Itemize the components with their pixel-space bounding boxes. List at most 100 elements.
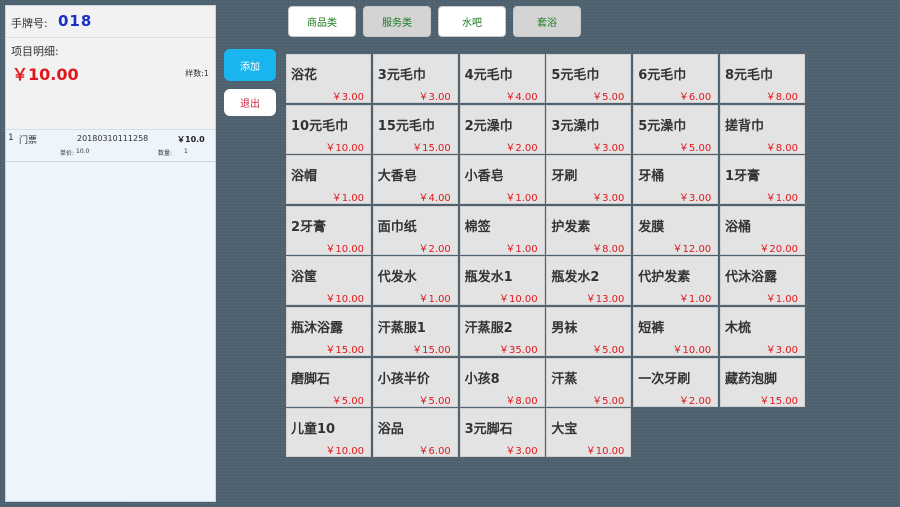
add-button[interactable]: 添加 bbox=[224, 49, 276, 81]
order-total: ￥10.00 bbox=[12, 65, 79, 84]
product-button[interactable]: 瓶发水1 ￥10.00 bbox=[459, 256, 545, 306]
product-price: ￥2.00 bbox=[418, 243, 451, 255]
product-button[interactable]: 牙桶 ￥3.00 bbox=[633, 155, 719, 205]
exit-button[interactable]: 退出 bbox=[224, 89, 276, 116]
product-button[interactable]: 代沐浴露 ￥1.00 bbox=[720, 256, 805, 306]
product-button[interactable]: 小孩8 ￥8.00 bbox=[459, 357, 545, 407]
tab-goods[interactable]: 商品类 bbox=[288, 6, 356, 37]
product-price: ￥20.00 bbox=[759, 243, 798, 255]
product-button[interactable]: 浴筐 ￥10.00 bbox=[286, 256, 371, 306]
order-line-item[interactable]: 1 门票 20180310111258 ￥10.0 单价: 10.0 数量: 1 bbox=[6, 129, 215, 162]
product-button[interactable]: 男袜 ￥5.00 bbox=[546, 307, 632, 356]
product-button[interactable]: 磨脚石 ￥5.00 bbox=[286, 357, 371, 407]
product-name: 浴桶 bbox=[725, 219, 752, 235]
product-button[interactable]: 儿童10 ￥10.00 bbox=[286, 408, 371, 458]
product-price: ￥1.00 bbox=[505, 193, 538, 205]
product-price: ￥4.00 bbox=[505, 92, 538, 103]
product-name: 搓背巾 bbox=[725, 118, 765, 134]
product-name: 6元毛巾 bbox=[638, 68, 687, 83]
product-button[interactable]: 2牙膏 ￥10.00 bbox=[286, 205, 371, 255]
product-button[interactable]: 3元毛巾 ￥3.00 bbox=[372, 54, 458, 103]
product-button[interactable]: 6元毛巾 ￥6.00 bbox=[633, 54, 719, 103]
product-price: ￥8.00 bbox=[592, 243, 625, 255]
product-button[interactable]: 短裤 ￥10.00 bbox=[633, 307, 719, 356]
product-name: 棉签 bbox=[464, 219, 491, 235]
product-name: 一次牙刷 bbox=[638, 371, 691, 387]
product-button[interactable]: 1牙膏 ￥1.00 bbox=[720, 155, 805, 205]
product-name: 小孩半价 bbox=[377, 371, 430, 387]
product-name: 4元毛巾 bbox=[464, 68, 513, 83]
product-name: 牙刷 bbox=[551, 169, 578, 185]
product-button[interactable]: 4元毛巾 ￥4.00 bbox=[459, 54, 545, 103]
product-button[interactable]: 3元澡巾 ￥3.00 bbox=[546, 104, 632, 154]
product-price: ￥10.00 bbox=[325, 243, 364, 255]
line-item-qty-label: 数量: bbox=[158, 150, 173, 157]
product-button[interactable]: 浴品 ￥6.00 bbox=[372, 408, 458, 458]
product-button[interactable]: 大香皂 ￥4.00 bbox=[372, 155, 458, 205]
product-button[interactable]: 10元毛巾 ￥10.00 bbox=[286, 104, 371, 154]
tab-water-bar[interactable]: 水吧 bbox=[438, 6, 506, 37]
product-button[interactable]: 面巾纸 ￥2.00 bbox=[372, 205, 458, 255]
product-button[interactable]: 代发水 ￥1.00 bbox=[372, 256, 458, 306]
product-button[interactable]: 瓶发水2 ￥13.00 bbox=[546, 256, 632, 306]
product-price: ￥8.00 bbox=[765, 142, 798, 154]
product-name: 浴筐 bbox=[291, 270, 318, 286]
product-button[interactable]: 浴桶 ￥20.00 bbox=[720, 205, 805, 255]
product-button[interactable]: 搓背巾 ￥8.00 bbox=[720, 104, 805, 154]
product-button[interactable]: 浴帽 ￥1.00 bbox=[286, 155, 371, 205]
line-item-price-label: 单价: bbox=[60, 150, 75, 157]
product-button[interactable]: 发膜 ￥12.00 bbox=[633, 205, 719, 255]
product-button[interactable]: 小孩半价 ￥5.00 bbox=[372, 357, 458, 407]
product-button[interactable]: 8元毛巾 ￥8.00 bbox=[720, 54, 805, 103]
product-name: 5元毛巾 bbox=[551, 68, 600, 83]
product-button[interactable]: 汗蒸服2 ￥35.00 bbox=[459, 307, 545, 356]
product-button[interactable]: 小香皂 ￥1.00 bbox=[459, 155, 545, 205]
product-name: 汗蒸服2 bbox=[464, 321, 513, 336]
product-button[interactable]: 5元澡巾 ￥5.00 bbox=[633, 104, 719, 154]
product-button[interactable]: 藏药泡脚 ￥15.00 bbox=[720, 357, 805, 407]
product-button[interactable]: 代护发素 ￥1.00 bbox=[633, 256, 719, 306]
tab-bath-package[interactable]: 套浴 bbox=[513, 6, 581, 37]
product-name: 3元毛巾 bbox=[377, 68, 426, 83]
product-name: 3元脚石 bbox=[464, 422, 513, 438]
product-button[interactable]: 棉签 ￥1.00 bbox=[459, 205, 545, 255]
product-price: ￥10.00 bbox=[325, 294, 364, 306]
product-button[interactable]: 汗蒸服1 ￥15.00 bbox=[372, 307, 458, 356]
product-button[interactable]: 15元毛巾 ￥15.00 bbox=[372, 104, 458, 154]
product-name: 大宝 bbox=[551, 422, 578, 438]
hand-number-row: 手牌号: 018 bbox=[11, 12, 91, 31]
product-price: ￥10.00 bbox=[585, 446, 625, 458]
product-button[interactable]: 汗蒸 ￥5.00 bbox=[546, 357, 632, 407]
product-button[interactable]: 护发素 ￥8.00 bbox=[546, 205, 632, 255]
product-price: ￥3.00 bbox=[592, 193, 625, 205]
product-button[interactable]: 浴花 ￥3.00 bbox=[286, 54, 371, 103]
product-button[interactable]: 木梳 ￥3.00 bbox=[720, 307, 805, 356]
hand-number-label: 手牌号: bbox=[11, 17, 48, 30]
product-button[interactable]: 瓶沐浴露 ￥15.00 bbox=[286, 307, 371, 356]
order-panel: 手牌号: 018 项目明细: ￥10.00 样数:1 1 门票 20180310… bbox=[5, 5, 216, 502]
product-price: ￥1.00 bbox=[331, 193, 364, 205]
product-price: ￥3.00 bbox=[592, 142, 625, 154]
product-price: ￥8.00 bbox=[765, 92, 798, 103]
product-price: ￥8.00 bbox=[505, 395, 538, 407]
product-price: ￥3.00 bbox=[331, 92, 364, 103]
product-price: ￥3.00 bbox=[418, 92, 451, 103]
product-price: ￥1.00 bbox=[765, 193, 798, 205]
product-name: 大香皂 bbox=[377, 169, 417, 185]
product-price: ￥6.00 bbox=[678, 92, 712, 103]
product-button[interactable]: 一次牙刷 ￥2.00 bbox=[633, 357, 719, 407]
product-button[interactable]: 3元脚石 ￥3.00 bbox=[459, 408, 545, 458]
product-button[interactable]: 2元澡巾 ￥2.00 bbox=[459, 104, 545, 154]
product-name: 汗蒸服1 bbox=[377, 321, 426, 336]
product-price: ￥2.00 bbox=[505, 142, 538, 154]
product-name: 发膜 bbox=[638, 219, 665, 235]
product-button[interactable]: 大宝 ￥10.00 bbox=[546, 408, 632, 458]
product-price: ￥5.00 bbox=[331, 395, 364, 407]
product-name: 瓶沐浴露 bbox=[291, 321, 344, 336]
tab-services[interactable]: 服务类 bbox=[363, 6, 431, 37]
product-price: ￥6.00 bbox=[418, 446, 451, 458]
product-price: ￥5.00 bbox=[678, 142, 712, 154]
product-name: 儿童10 bbox=[291, 422, 336, 438]
product-button[interactable]: 5元毛巾 ￥5.00 bbox=[546, 54, 632, 103]
product-button[interactable]: 牙刷 ￥3.00 bbox=[546, 155, 632, 205]
